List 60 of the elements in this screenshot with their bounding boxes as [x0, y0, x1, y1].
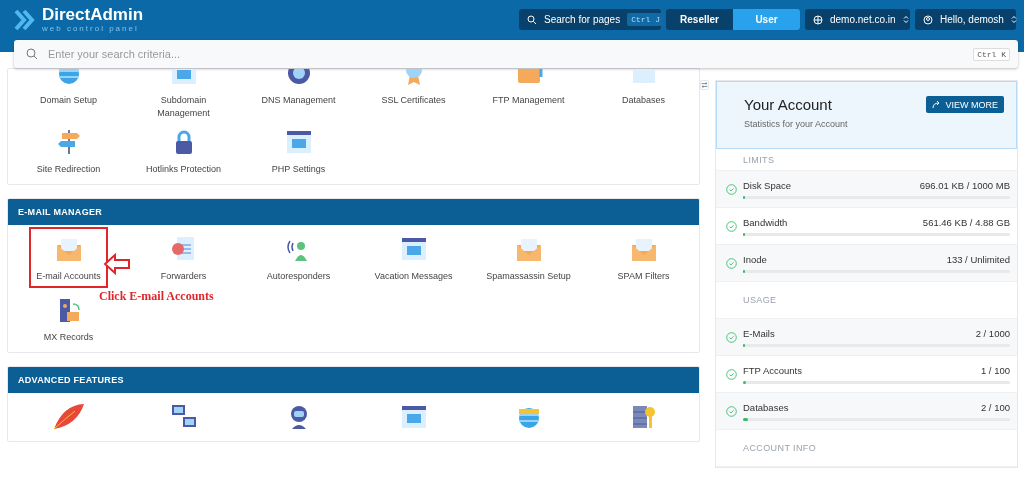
- stat-reading: 1 / 100: [980, 364, 1010, 376]
- stat-label: FTP Accounts: [743, 364, 802, 376]
- stat-reading: 696.01 KB / 1000 MB: [919, 179, 1010, 191]
- swap-icon[interactable]: [701, 82, 708, 88]
- stat-reading: 561.46 KB / 4.88 GB: [922, 216, 1010, 228]
- globe-icon: [813, 14, 823, 25]
- search-icon: [26, 48, 38, 60]
- stat-label: E-Mails: [743, 327, 775, 339]
- feature-label: Forwarders: [159, 270, 208, 283]
- logo-name: DirectAdmin: [42, 6, 144, 24]
- check-circle-icon: [726, 405, 737, 417]
- chevron-logo-icon: [14, 8, 36, 32]
- feature-label: MX Records: [42, 331, 95, 344]
- group-heading: ACCOUNT INFO: [716, 430, 1017, 467]
- feature-label: Vacation Messages: [373, 270, 454, 283]
- feature-label: Autoresponders: [265, 270, 332, 283]
- feature-label: Domain Setup: [38, 94, 98, 107]
- share-icon: [932, 100, 942, 109]
- view-more-button[interactable]: VIEW MORE: [926, 96, 1004, 113]
- feature-label: Spamassassin Setup: [485, 270, 572, 283]
- check-circle-icon: [726, 331, 737, 343]
- stat-label: Bandwidth: [743, 216, 788, 228]
- feature-label: Databases: [621, 94, 666, 107]
- feature-label: SPAM Filters: [616, 270, 671, 283]
- user-menu[interactable]: Hello, demosh: [915, 9, 1016, 30]
- stat-reading: 133 / Unlimited: [946, 253, 1010, 265]
- feature-label: Site Redirection: [35, 163, 102, 176]
- feature-label: DNS Management: [260, 94, 337, 107]
- search-field[interactable]: Enter your search criteria...: [46, 47, 966, 61]
- stat-label: Databases: [743, 401, 789, 413]
- stat-reading: 2 / 100: [980, 401, 1010, 413]
- feature-label: FTP Management: [491, 94, 566, 107]
- shortcut-hint: Ctrl J: [627, 13, 664, 26]
- user-icon: [923, 14, 933, 25]
- chevron-icon: [902, 15, 909, 24]
- check-circle-icon: [726, 368, 737, 380]
- annotation-text: Click E-mail Accounts: [99, 289, 214, 304]
- shortcut-hint: Ctrl K: [973, 47, 1010, 61]
- feature-label: E-mail Accounts: [35, 270, 102, 283]
- check-circle-icon: [726, 220, 737, 232]
- chevron-icon: [1010, 15, 1017, 24]
- stat-label: Inode: [743, 253, 767, 265]
- card-title: Your Account: [744, 96, 833, 113]
- section-header: E-MAIL MANAGER: [8, 199, 699, 225]
- feature-label: Hotlinks Protection: [144, 163, 222, 176]
- check-circle-icon: [726, 183, 737, 195]
- stat-reading: 2 / 1000: [975, 327, 1010, 339]
- check-circle-icon: [726, 257, 737, 269]
- domain-select[interactable]: demo.net.co.in: [805, 9, 910, 30]
- feature-label: PHP Settings: [270, 163, 327, 176]
- search-bar[interactable]: Enter your search criteria... Ctrl K: [14, 40, 1018, 68]
- feature-label: SSL Certificates: [380, 94, 447, 107]
- section-header: ADVANCED FEATURES: [8, 367, 699, 393]
- logo-tagline: web control panel: [42, 24, 140, 34]
- feature-label: Subdomain Management: [156, 94, 211, 120]
- stat-label: Disk Space: [743, 179, 792, 191]
- search-icon: [527, 14, 537, 25]
- page-search-button[interactable]: Search for pages Ctrl J: [519, 9, 661, 30]
- role-tab[interactable]: Reseller: [666, 9, 733, 30]
- card-subtitle: Statistics for your Account: [744, 119, 848, 129]
